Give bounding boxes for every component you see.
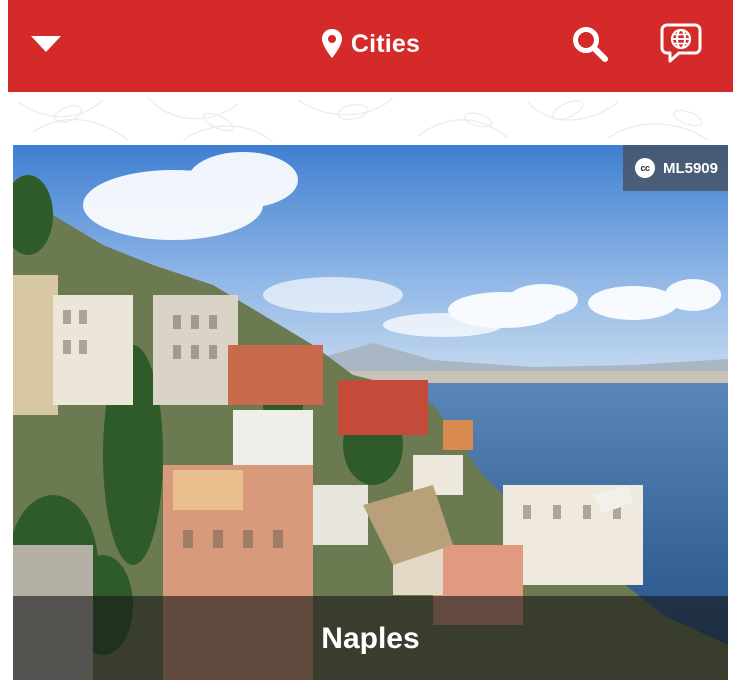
leaf-pattern-graphic [17, 96, 709, 143]
search-button[interactable] [568, 24, 612, 64]
creative-commons-icon: cc [634, 158, 655, 178]
language-button[interactable] [656, 20, 706, 66]
app-title-group: Cities [8, 22, 733, 66]
city-name: Naples [321, 622, 420, 655]
photo-credit-text: ML5909 [662, 159, 718, 177]
map-pin-icon [321, 29, 342, 58]
caret-down-icon [31, 36, 61, 52]
app-bar: Cities [8, 0, 733, 92]
dropdown-menu-button[interactable] [26, 26, 66, 62]
search-icon [573, 27, 608, 62]
city-caption-bar: Naples [13, 596, 728, 680]
page-title: Cities [350, 29, 421, 58]
globe-speech-bubble-icon [660, 23, 702, 63]
city-card-naples[interactable]: cc ML5909 Naples [13, 145, 728, 680]
photo-credit-badge[interactable]: cc ML5909 [622, 145, 728, 191]
decorative-pattern-background [8, 92, 733, 144]
